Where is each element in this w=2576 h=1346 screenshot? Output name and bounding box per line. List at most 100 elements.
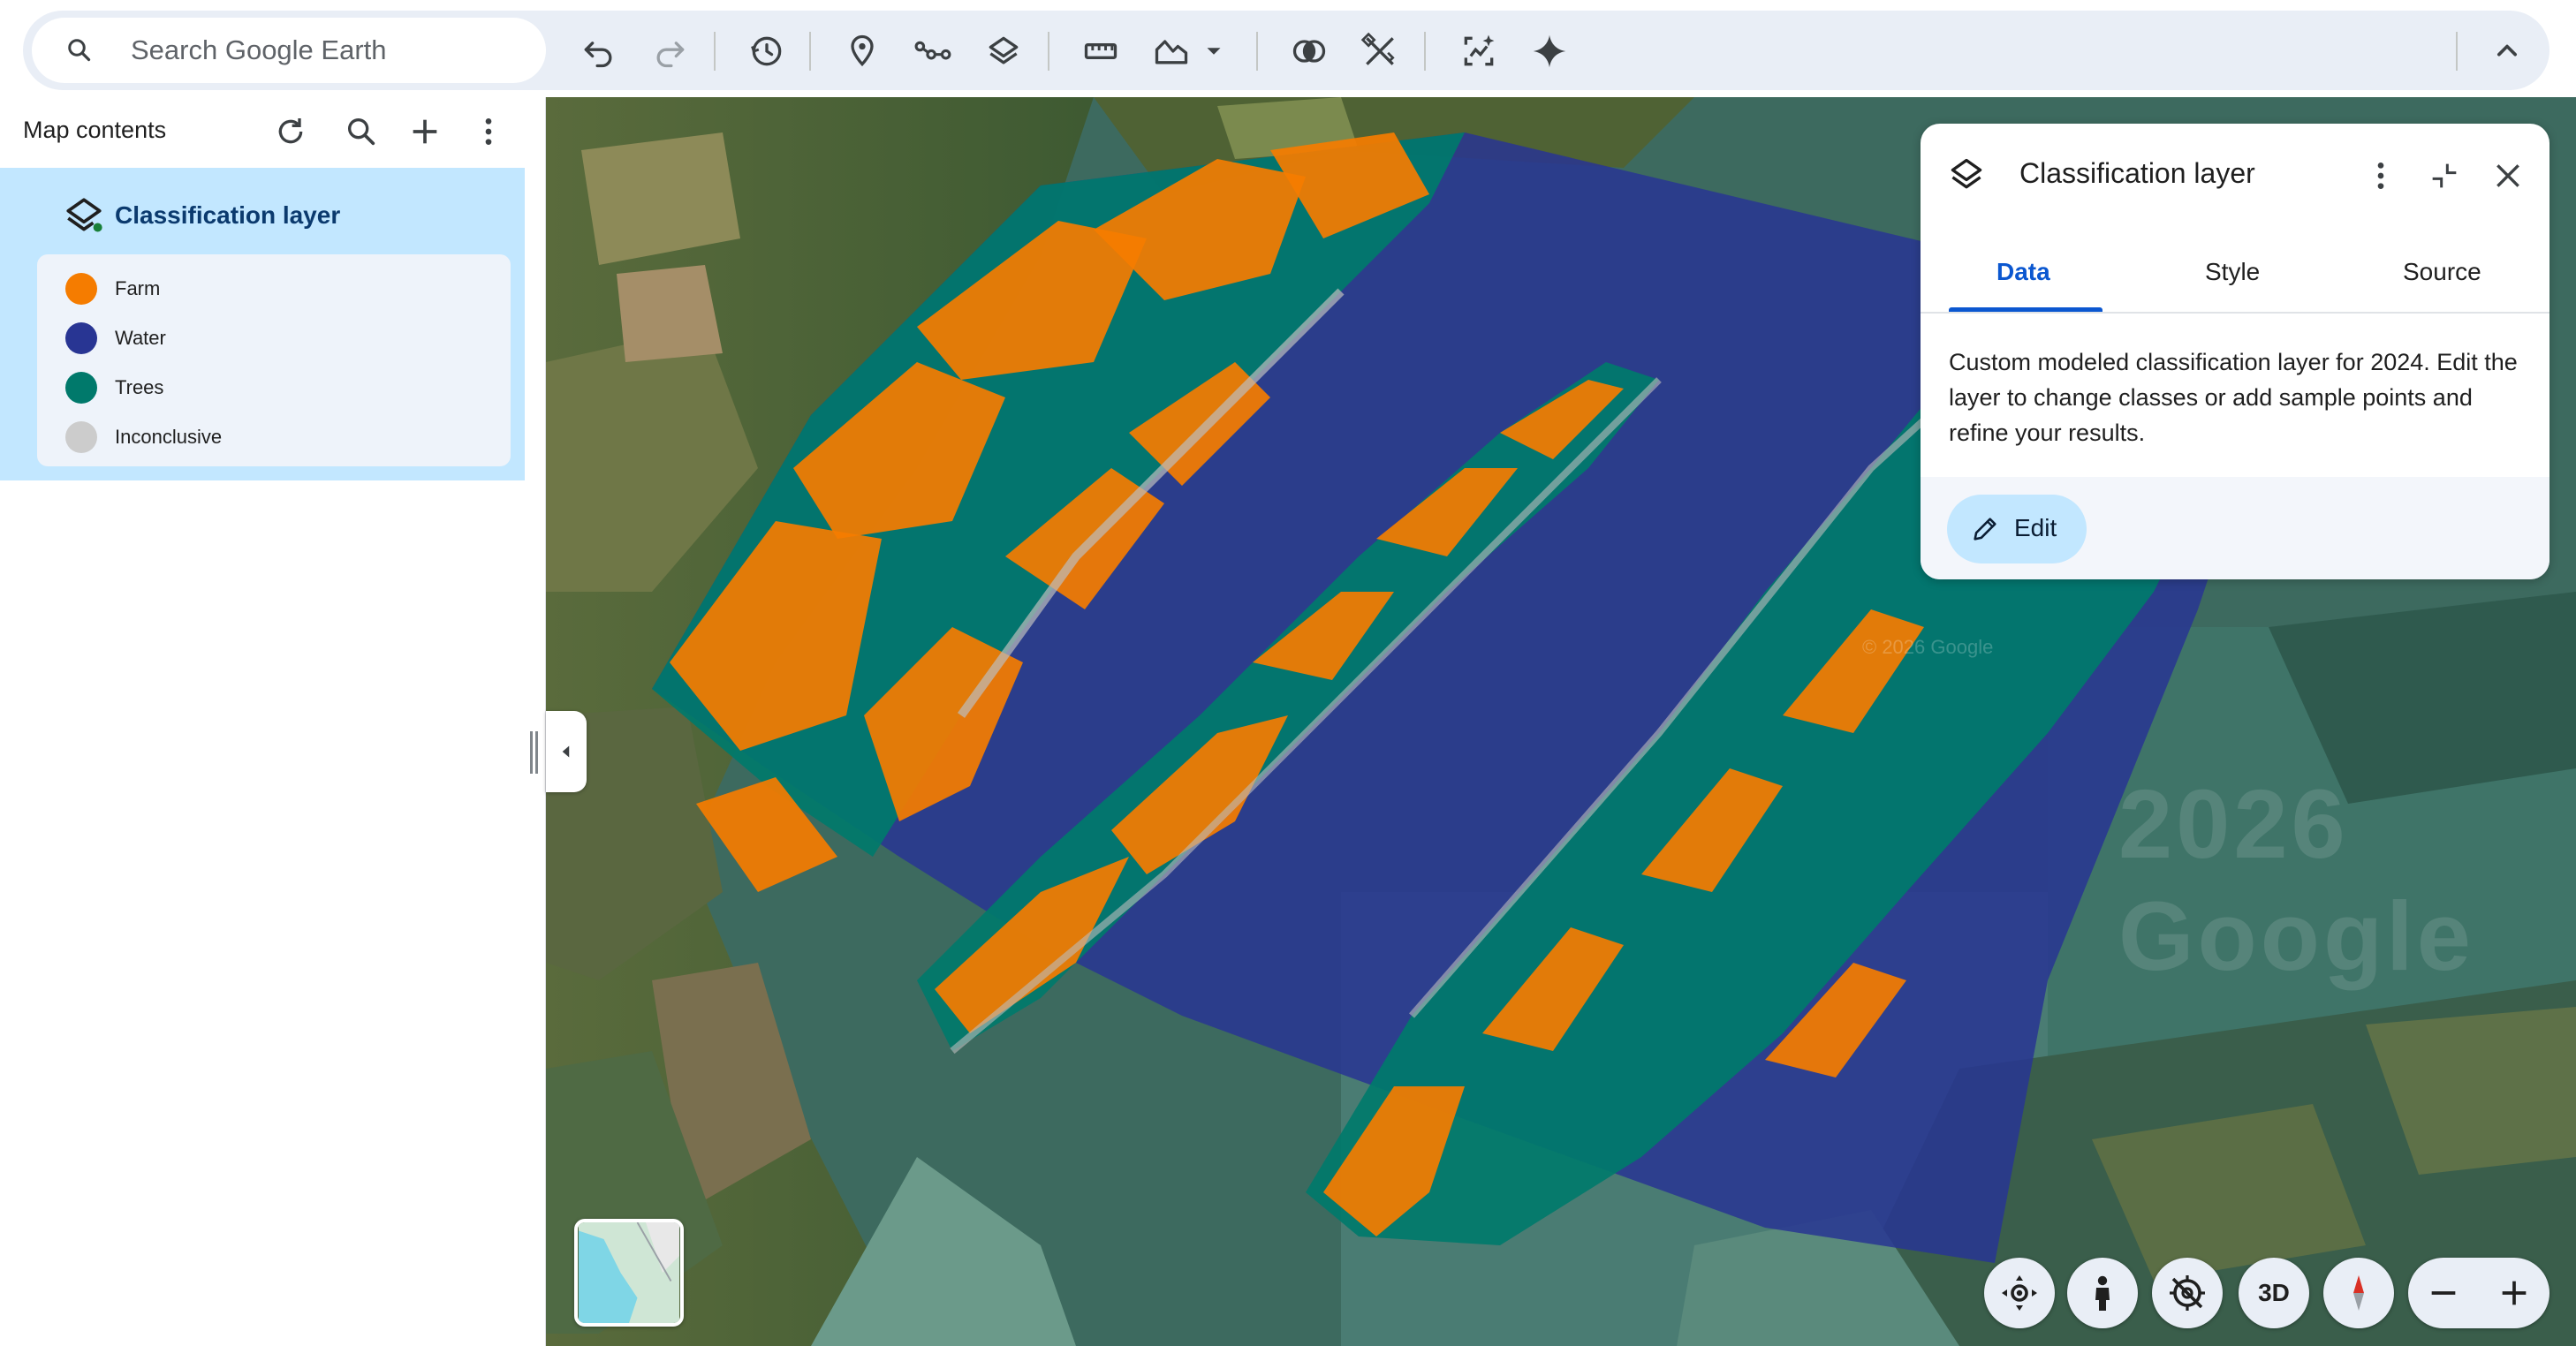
gemini-sparkle-icon	[1533, 34, 1566, 68]
toolbar-divider	[2456, 32, 2458, 71]
edit-button[interactable]: Edit	[1947, 495, 2087, 563]
tilt-off-icon	[2170, 1275, 2205, 1311]
collapse-toolbar-button[interactable]	[2484, 28, 2530, 74]
minimize-icon	[2432, 163, 2457, 188]
refresh-icon	[278, 118, 303, 144]
tools-button[interactable]	[1357, 28, 1403, 74]
toolbar-divider	[809, 32, 811, 71]
legend-swatch-water	[65, 322, 97, 354]
plus-icon	[2502, 1281, 2527, 1305]
pegman-icon	[2095, 1275, 2110, 1311]
path-icon	[914, 41, 951, 60]
compare-icon	[1292, 40, 1326, 63]
zoom-control	[2408, 1258, 2549, 1328]
zoom-in-button[interactable]	[2479, 1258, 2549, 1328]
redo-icon	[656, 42, 685, 68]
location-target-icon	[2002, 1275, 2037, 1311]
minimap-image	[579, 1222, 679, 1323]
card-more-options-button[interactable]	[2359, 154, 2403, 198]
legend-item: Inconclusive	[65, 419, 489, 454]
layers-icon	[1951, 158, 1982, 189]
measure-icon	[1084, 43, 1118, 59]
layer-description: Custom modeled classification layer for …	[1949, 349, 2518, 446]
close-card-button[interactable]	[2486, 154, 2530, 198]
search-contents-button[interactable]	[341, 111, 382, 152]
zoom-out-button[interactable]	[2408, 1258, 2479, 1328]
add-content-button[interactable]	[405, 111, 445, 152]
measure-button[interactable]	[1078, 28, 1124, 74]
ai-analysis-icon	[1464, 34, 1495, 66]
legend-swatch-farm	[65, 273, 97, 305]
collapse-panel-button[interactable]	[546, 711, 587, 792]
placemark-icon	[851, 34, 874, 67]
my-location-button[interactable]	[1984, 1258, 2055, 1328]
layers-button[interactable]	[981, 28, 1027, 74]
legend-label: Inconclusive	[115, 426, 223, 448]
terrain-button[interactable]	[1148, 28, 1194, 74]
tab-data[interactable]: Data	[1996, 258, 2050, 286]
pencil-icon	[1974, 518, 1996, 541]
tab-source[interactable]: Source	[2403, 258, 2481, 286]
tab-style[interactable]: Style	[2205, 258, 2260, 286]
tools-icon	[1360, 32, 1395, 65]
collapse-up-icon	[2497, 44, 2517, 57]
minus-icon	[2431, 1291, 2456, 1295]
toolbar-divider	[1424, 32, 1426, 71]
legend-swatch-inconclusive	[65, 421, 97, 453]
toolbar-divider	[1048, 32, 1049, 71]
search-icon	[68, 39, 91, 62]
three-d-label: 3D	[2258, 1279, 2290, 1306]
ai-analysis-button[interactable]	[1456, 28, 1502, 74]
history-icon	[751, 36, 782, 66]
refresh-button[interactable]	[270, 111, 311, 152]
compass-icon	[2353, 1275, 2364, 1311]
card-footer: Edit	[1921, 477, 2549, 579]
history-button[interactable]	[744, 28, 790, 74]
layers-icon	[989, 36, 1019, 64]
card-title: Classification layer	[2019, 157, 2255, 189]
legend-item: Water	[65, 320, 489, 355]
gemini-button[interactable]	[1527, 28, 1572, 74]
search-box[interactable]	[32, 18, 546, 83]
street-view-button[interactable]	[2067, 1258, 2138, 1328]
minimap[interactable]	[574, 1219, 684, 1327]
panel-resize-handle[interactable]	[530, 731, 539, 774]
toolbar-divider	[1256, 32, 1258, 71]
legend: Farm Water Trees Inconclusive	[37, 254, 511, 466]
compare-button[interactable]	[1286, 28, 1332, 74]
search-icon	[348, 118, 375, 146]
toggle-3d-button[interactable]: 3D	[2239, 1258, 2309, 1328]
more-vert-icon	[2377, 163, 2384, 189]
dropdown-arrow-icon	[1207, 48, 1221, 55]
panel-title: Map contents	[23, 117, 167, 143]
redo-button[interactable]	[647, 28, 693, 74]
legend-item: Farm	[65, 270, 489, 306]
layer-name: Classification layer	[115, 201, 341, 229]
reset-tilt-button[interactable]	[2152, 1258, 2223, 1328]
undo-icon	[584, 42, 612, 68]
close-icon	[2496, 164, 2519, 187]
legend-item: Trees	[65, 369, 489, 405]
legend-label: Trees	[115, 376, 164, 398]
layer-row[interactable]: Classification layer	[62, 194, 451, 238]
legend-label: Water	[115, 327, 166, 349]
compass-button[interactable]	[2323, 1258, 2394, 1328]
more-vert-icon	[485, 118, 492, 145]
add-placemark-button[interactable]	[839, 28, 885, 74]
add-path-button[interactable]	[910, 28, 956, 74]
terrain-dropdown[interactable]	[1198, 28, 1230, 74]
tab-divider	[1921, 312, 2549, 314]
search-input[interactable]	[129, 28, 518, 72]
more-options-button[interactable]	[468, 111, 509, 152]
toolbar-strip	[23, 11, 2549, 90]
chevron-left-icon	[562, 745, 570, 758]
minimize-card-button[interactable]	[2422, 154, 2466, 198]
toolbar-divider	[714, 32, 716, 71]
map-attribution: © 2026 Google	[1862, 636, 1994, 658]
map-contents-panel: Map contents Classification layer Farm W…	[0, 97, 546, 1346]
undo-button[interactable]	[576, 28, 622, 74]
edit-label: Edit	[2014, 514, 2057, 541]
legend-swatch-trees	[65, 372, 97, 404]
plus-icon	[413, 119, 437, 144]
layer-item-classification[interactable]: Classification layer Farm Water Trees In…	[0, 168, 525, 480]
